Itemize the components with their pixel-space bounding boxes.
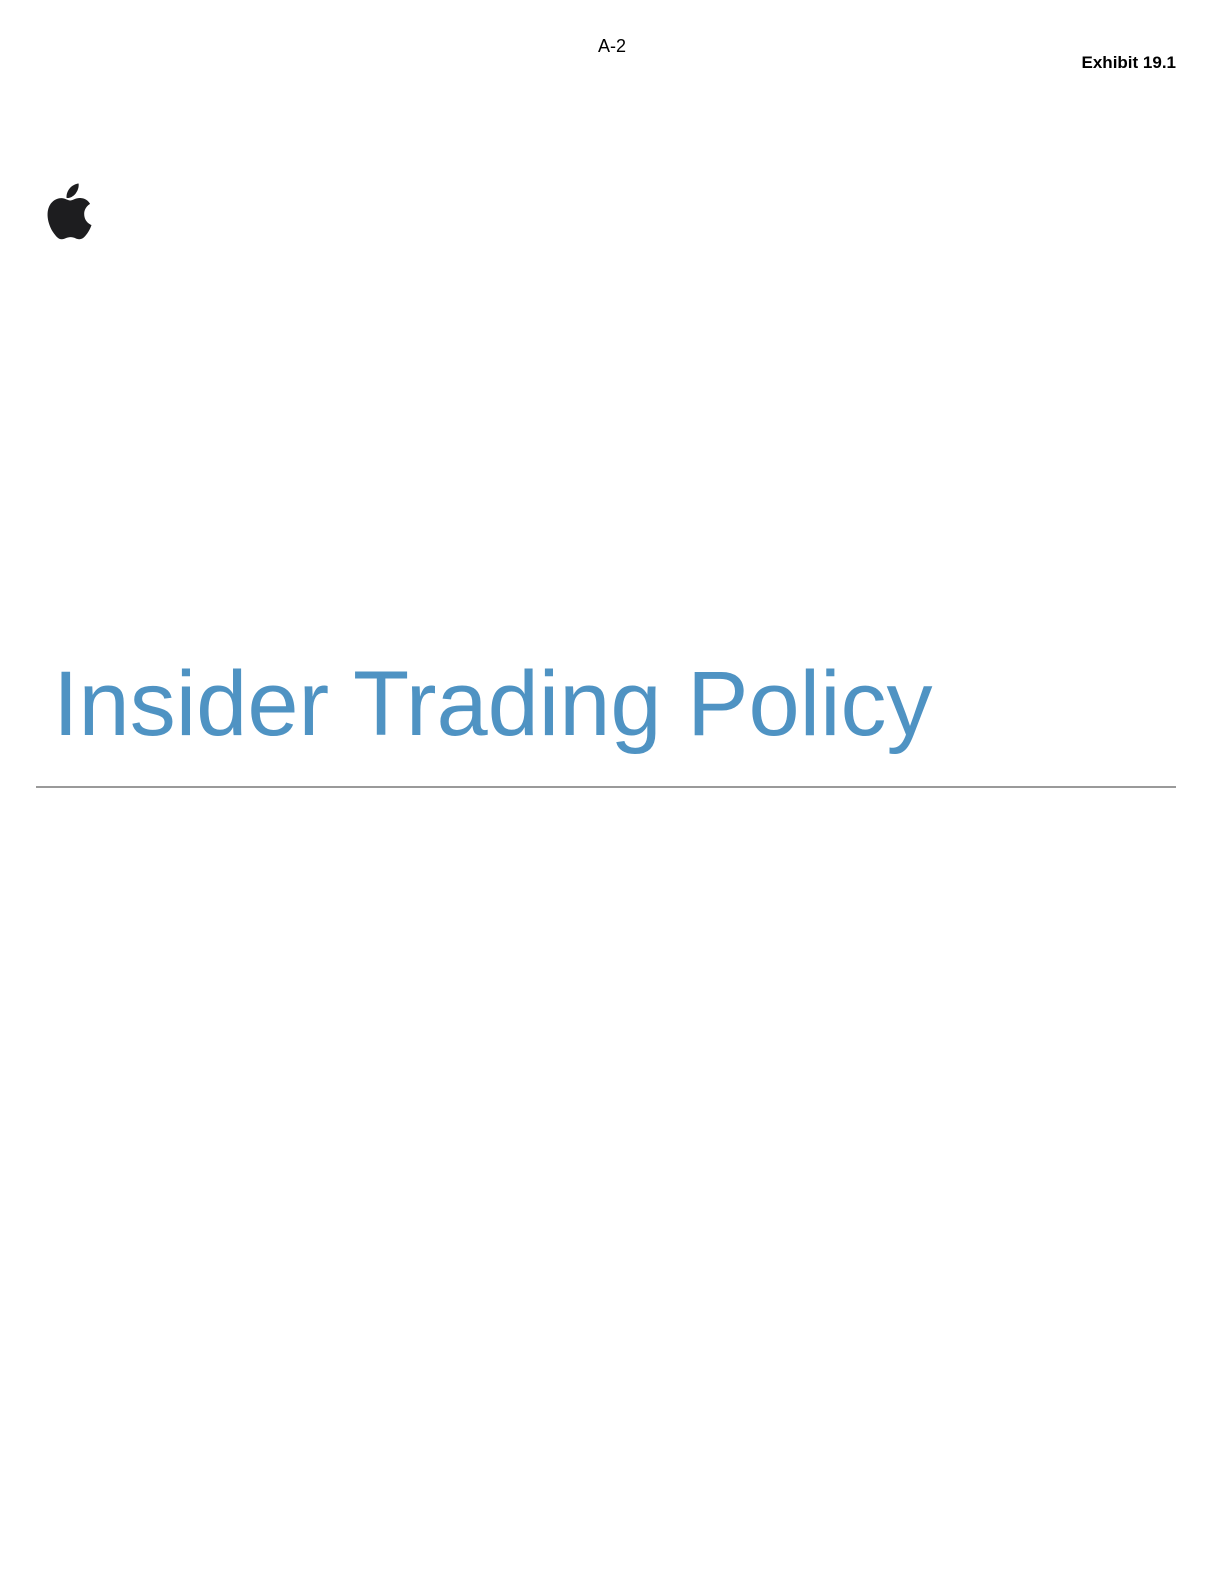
apple-logo-icon [44,183,94,244]
document-page: A-2 Exhibit 19.1 Insider Trading Policy [0,0,1224,1584]
title-divider [36,786,1176,788]
document-title: Insider Trading Policy [53,653,933,755]
page-number: A-2 [597,36,626,56]
exhibit-label: Exhibit 19.1 [1081,53,1176,72]
